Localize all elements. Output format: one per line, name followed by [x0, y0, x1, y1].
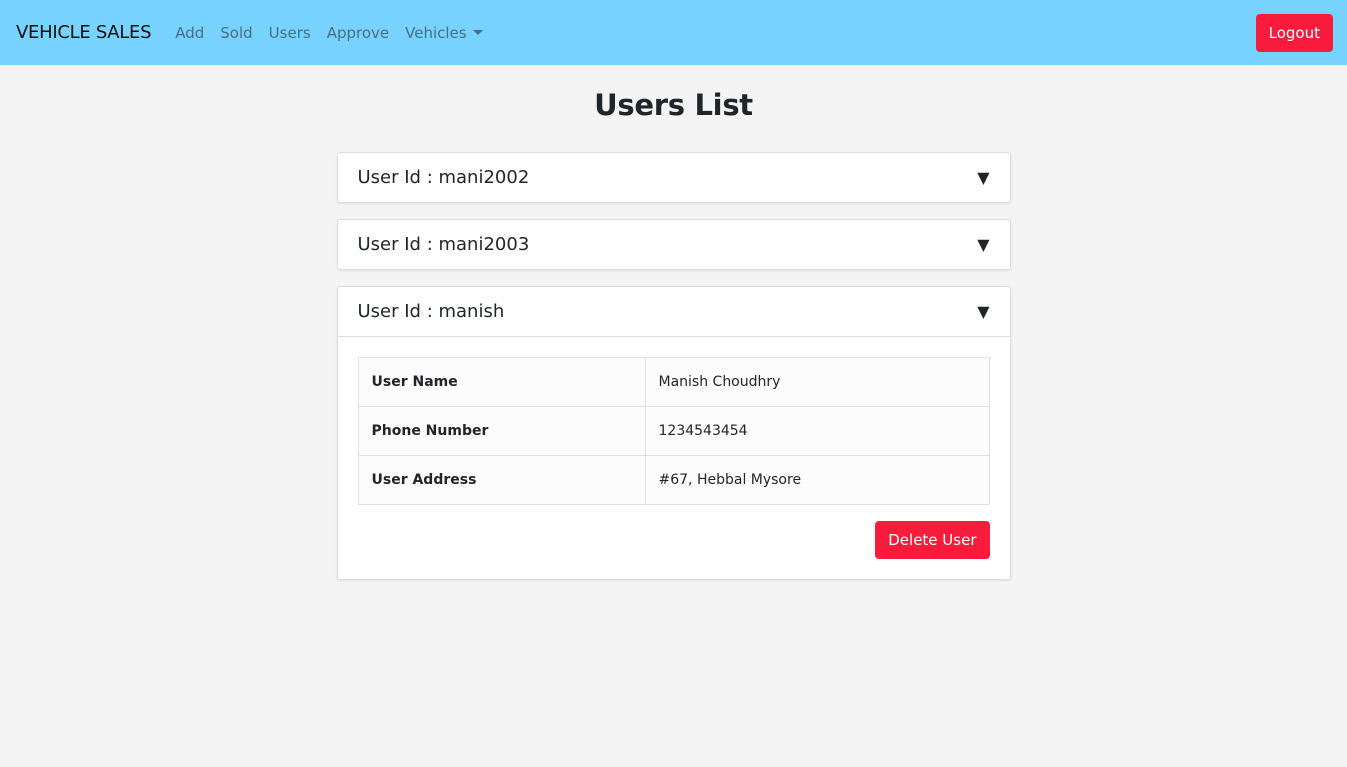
user-id: User Id : mani2003 — [357, 234, 530, 255]
triangle-down-icon[interactable]: ▼ — [977, 302, 989, 321]
nav-vehicles-label: Vehicles — [405, 23, 467, 42]
detail-key: Phone Number — [357, 406, 646, 456]
nav-sold[interactable]: Sold — [220, 24, 252, 42]
triangle-down-icon[interactable]: ▼ — [977, 168, 989, 187]
users-list: User Id : mani2002 ▼ User Id : mani2003 ▼ … — [336, 152, 1011, 580]
detail-key: User Name — [357, 357, 646, 407]
triangle-down-icon[interactable]: ▼ — [977, 235, 989, 254]
navbar: VEHICLE SALES Add Sold Users Approve Veh… — [0, 0, 1347, 65]
user-card-header[interactable]: User Id : mani2003 ▼ — [338, 220, 1010, 269]
logout-button[interactable]: Logout — [1255, 13, 1333, 52]
user-card: User Id : manish ▼ User Name Manish Choudh… — [336, 286, 1011, 580]
nav-approve[interactable]: Approve — [327, 24, 389, 42]
brand[interactable]: VEHICLE SALES — [16, 22, 152, 43]
user-id: User Id : manish — [357, 301, 505, 322]
detail-value: 1234543454 — [644, 406, 990, 456]
caret-down-icon — [472, 29, 483, 35]
nav-users[interactable]: Users — [269, 24, 311, 42]
delete-user-button[interactable]: Delete User — [875, 521, 990, 559]
table-row: Phone Number 1234543454 — [357, 406, 990, 456]
page-title: Users List — [594, 88, 753, 122]
user-card-header[interactable]: User Id : mani2002 ▼ — [338, 153, 1010, 202]
nav-add[interactable]: Add — [175, 24, 204, 42]
user-card-header[interactable]: User Id : manish ▼ — [338, 287, 1010, 336]
detail-key: User Address — [357, 455, 646, 505]
table-row: User Name Manish Choudhry — [357, 357, 990, 407]
nav-vehicles-dropdown[interactable]: Vehicles — [405, 23, 483, 42]
user-details-table: User Name Manish Choudhry Phone Number 123… — [357, 357, 990, 505]
table-row: User Address #67, Hebbal Mysore — [357, 455, 990, 505]
user-card: User Id : mani2002 ▼ — [336, 152, 1011, 203]
user-card: User Id : mani2003 ▼ — [336, 219, 1011, 270]
user-id: User Id : mani2002 — [357, 167, 530, 188]
detail-value: Manish Choudhry — [644, 357, 990, 407]
detail-value: #67, Hebbal Mysore — [644, 455, 990, 505]
user-details: User Name Manish Choudhry Phone Number 123… — [337, 336, 1010, 579]
